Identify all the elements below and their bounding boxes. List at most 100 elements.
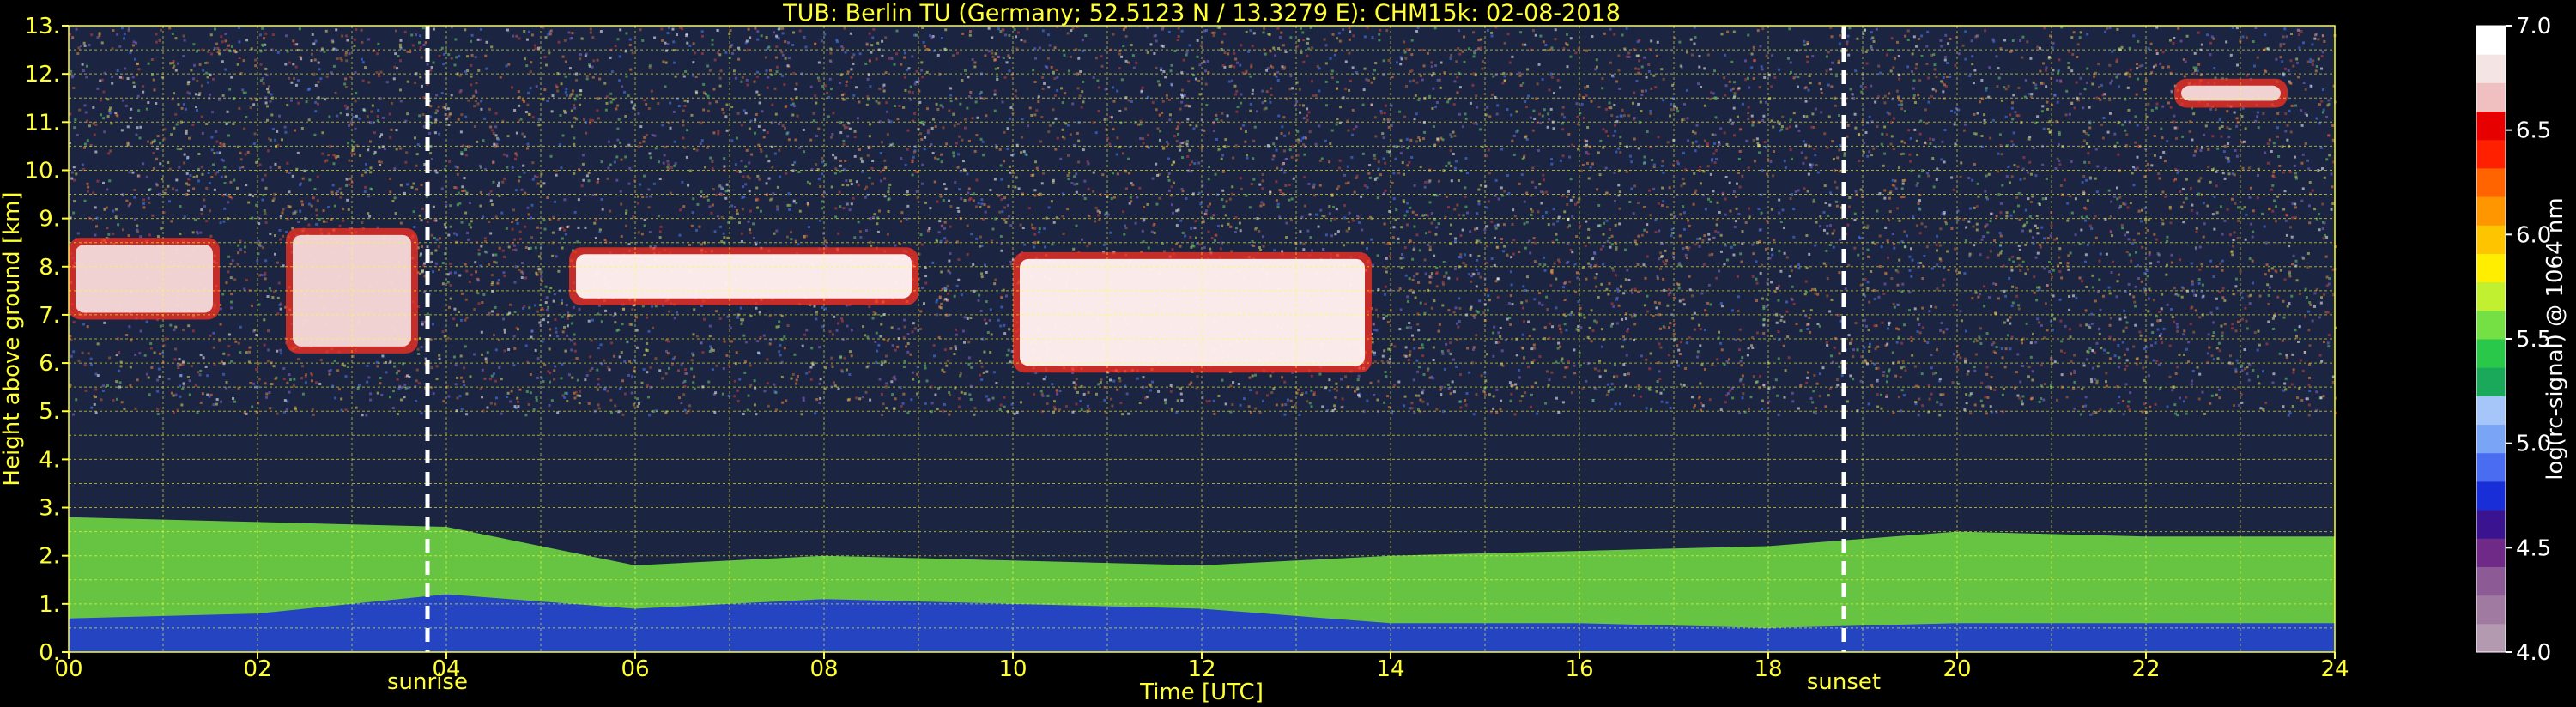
noise-speck <box>2011 285 2015 288</box>
noise-speck <box>937 335 941 339</box>
noise-speck <box>1668 186 1671 190</box>
noise-speck <box>1007 54 1010 57</box>
noise-speck <box>2016 165 2020 168</box>
noise-speck <box>2067 61 2070 64</box>
noise-speck <box>1283 380 1287 384</box>
noise-speck <box>1762 323 1766 327</box>
noise-speck <box>1007 215 1010 218</box>
noise-speck <box>115 397 118 401</box>
noise-speck <box>529 70 532 74</box>
noise-speck <box>359 154 362 157</box>
noise-speck <box>561 134 565 137</box>
noise-speck <box>1868 150 1871 154</box>
noise-speck <box>1003 196 1007 200</box>
noise-speck <box>157 367 161 371</box>
noise-speck <box>667 340 670 343</box>
noise-speck <box>1732 30 1736 33</box>
noise-speck <box>1908 269 1912 272</box>
noise-speck <box>69 384 72 387</box>
noise-speck <box>441 282 445 286</box>
noise-speck <box>1075 172 1078 176</box>
noise-speck <box>542 380 545 384</box>
noise-speck <box>693 147 696 150</box>
noise-speck <box>1563 375 1567 378</box>
noise-speck <box>2056 398 2059 402</box>
noise-speck <box>1984 225 1987 228</box>
noise-speck <box>1900 409 1903 413</box>
noise-speck <box>533 44 536 47</box>
noise-speck <box>2003 321 2006 324</box>
noise-speck <box>443 52 446 56</box>
noise-speck <box>2112 195 2116 198</box>
noise-speck <box>2105 252 2108 256</box>
noise-speck <box>1805 115 1809 118</box>
noise-speck <box>254 64 258 68</box>
noise-speck <box>1373 353 1376 356</box>
noise-speck <box>388 112 391 116</box>
noise-speck <box>1682 247 1685 251</box>
noise-speck <box>1403 246 1407 250</box>
noise-speck <box>1880 245 1883 249</box>
noise-speck <box>2046 107 2050 111</box>
noise-speck <box>614 45 617 48</box>
noise-speck <box>1400 57 1403 61</box>
noise-speck <box>305 100 308 104</box>
noise-speck <box>648 64 652 68</box>
noise-speck <box>1446 100 1450 104</box>
noise-speck <box>1206 59 1209 63</box>
noise-speck <box>1312 94 1315 98</box>
noise-speck <box>1455 366 1458 369</box>
noise-speck <box>1704 367 1707 371</box>
noise-speck <box>762 334 766 337</box>
noise-speck <box>1366 246 1369 250</box>
noise-speck <box>2206 204 2209 208</box>
noise-speck <box>1995 282 1998 286</box>
noise-speck <box>1637 387 1640 390</box>
noise-speck <box>767 76 770 79</box>
noise-speck <box>2010 305 2014 308</box>
noise-speck <box>1688 275 1691 278</box>
noise-speck <box>1026 27 1029 31</box>
noise-speck <box>2150 164 2154 167</box>
noise-speck <box>2010 175 2014 178</box>
noise-speck <box>1518 74 1522 77</box>
noise-speck <box>1071 102 1075 106</box>
noise-speck <box>1302 248 1306 251</box>
noise-speck <box>2087 152 2090 155</box>
noise-speck <box>2223 299 2227 302</box>
noise-speck <box>818 402 821 405</box>
noise-speck <box>1724 84 1728 88</box>
noise-speck <box>720 240 724 244</box>
noise-speck <box>523 135 526 138</box>
noise-speck <box>1930 354 1933 357</box>
noise-speck <box>2307 204 2311 208</box>
noise-speck <box>983 203 986 207</box>
noise-speck <box>2024 272 2027 275</box>
noise-speck <box>1347 129 1350 132</box>
noise-speck <box>883 195 887 198</box>
noise-speck <box>924 402 927 405</box>
noise-speck <box>2181 187 2185 190</box>
noise-speck <box>1306 118 1309 122</box>
noise-speck <box>1911 69 1914 73</box>
noise-speck <box>830 185 833 189</box>
noise-speck <box>1692 202 1695 206</box>
noise-speck <box>948 109 951 112</box>
noise-speck <box>2002 387 2005 390</box>
noise-speck <box>1732 81 1736 84</box>
noise-speck <box>1548 378 1551 382</box>
noise-speck <box>2116 141 2119 144</box>
noise-speck <box>525 64 529 68</box>
noise-speck <box>2264 151 2267 154</box>
noise-speck <box>1441 304 1445 307</box>
noise-speck <box>134 57 137 61</box>
noise-speck <box>661 124 664 127</box>
noise-speck <box>464 154 468 157</box>
noise-speck <box>1597 151 1600 154</box>
noise-speck <box>1773 239 1776 242</box>
noise-speck <box>1141 229 1144 233</box>
noise-speck <box>2306 310 2310 313</box>
noise-speck <box>119 365 123 368</box>
noise-speck <box>198 63 202 66</box>
noise-speck <box>2234 329 2238 333</box>
